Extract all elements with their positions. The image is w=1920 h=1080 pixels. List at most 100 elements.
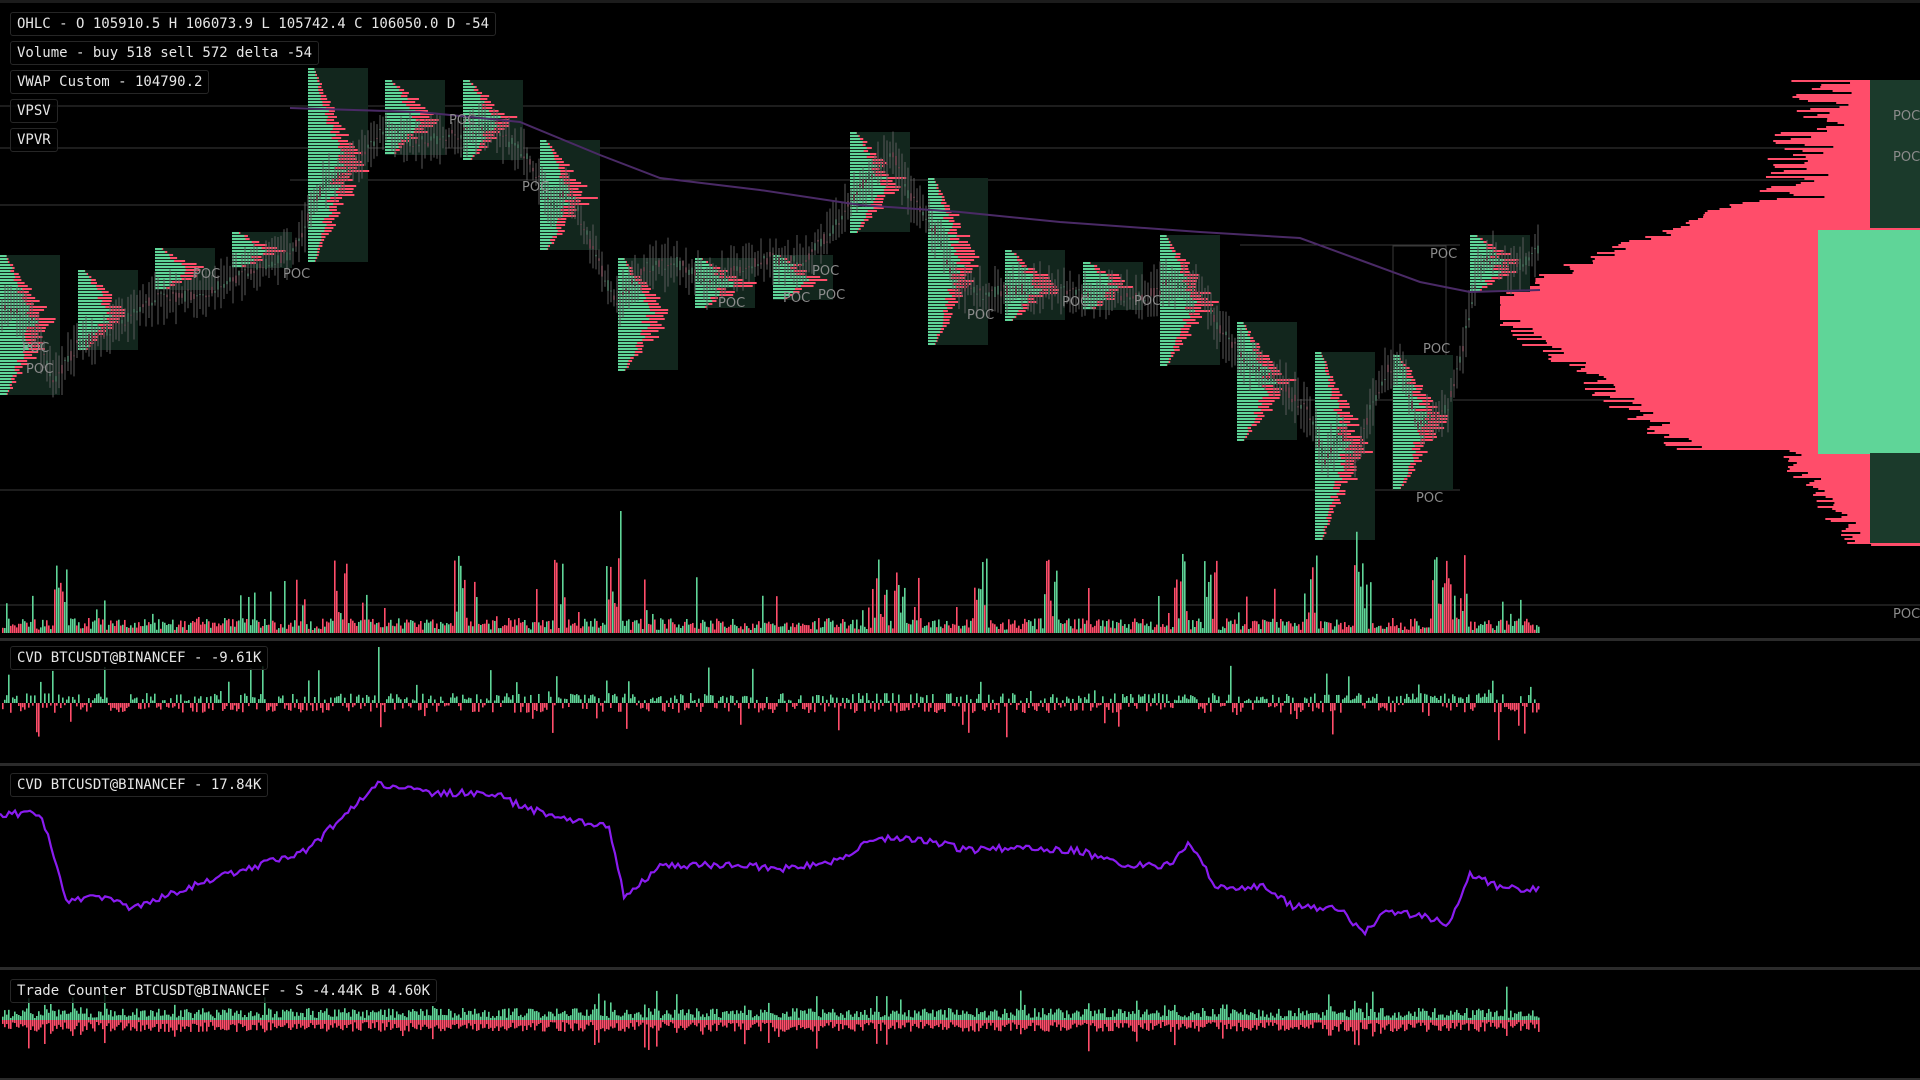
trade-sell-bar [132,1020,134,1028]
price-candle [1246,363,1248,367]
price-candle [274,263,276,265]
delta-bar [772,703,774,713]
volume-bar [1024,618,1026,633]
delta-bar [1332,703,1334,735]
trade-buy-bar [108,1014,110,1020]
profile-buy-bar [928,202,942,204]
price-candle [1180,286,1182,288]
price-candle [451,129,453,134]
volume-bar [184,621,186,633]
delta-bar [402,703,404,709]
volume-bar [1178,618,1180,633]
delta-bar [768,703,770,710]
profile-buy-bar [1315,538,1323,540]
delta-bar [1336,695,1338,703]
volume-bar [1194,627,1196,633]
volume-bar [82,628,84,633]
trade-buy-bar [260,1017,262,1020]
delta-bar [380,703,382,728]
volume-bar [1124,624,1126,633]
volume-bar [1350,627,1352,633]
profile-buy-bar [78,300,103,302]
trade-buy-bar [130,1015,132,1020]
delta-bar [1434,695,1436,703]
trade-buy-bar [348,1012,350,1020]
price-candle [319,186,321,197]
delta-bar [520,703,522,713]
vpvr-buy-bar [1818,358,1920,360]
price-candle [508,141,510,148]
delta-bar [48,693,50,703]
profile-buy-bar [1315,400,1338,402]
trade-sell-bar [62,1020,64,1030]
trade-buy-bar [132,1012,134,1020]
volume-bar [1222,626,1224,633]
delta-bar [1154,693,1156,703]
volume-bar [852,619,854,633]
price-candle [106,325,108,336]
volume-bar [812,622,814,633]
vpvr-buy-bar [1818,308,1920,310]
volume-bar [1076,629,1078,633]
price-candle [1438,418,1440,420]
trade-sell-bar [154,1020,156,1027]
profile-buy-bar [540,236,553,238]
trade-sell-bar [644,1020,646,1048]
delta-bar [286,703,288,706]
volume-bar [1288,621,1290,633]
delta-bar [444,703,446,707]
volume-bar [1020,629,1022,633]
profile-buy-bar [1237,394,1269,396]
trade-sell-bar [670,1020,672,1023]
trade-sell-bar [158,1020,160,1032]
price-candle [1231,341,1233,348]
chart-canvas[interactable]: POCPOCPOC POCPOCPOCPOC POCPOCPOCPOCPOC POCP… [0,0,1920,1080]
volume-bar [828,618,830,633]
volume-bar [442,623,444,633]
profile-buy-bar [850,207,874,209]
price-candle [22,314,24,316]
volume-bar [778,626,780,633]
profile-buy-bar [1315,484,1335,486]
volume-bar [1136,622,1138,633]
trade-buy-bar [496,1015,498,1020]
volume-bar [210,627,212,633]
profile-buy-bar [385,113,421,115]
trade-sell-bar [104,1020,106,1044]
profile-buy-bar [78,348,87,350]
volume-bar [1200,621,1202,633]
delta-bar [658,696,660,703]
trade-buy-bar [270,1009,272,1020]
vpvr-buy-bar [1818,380,1920,382]
profile-buy-bar [0,264,11,266]
price-candle [745,267,747,269]
price-candle [88,333,90,345]
delta-bar [40,681,42,703]
trade-sell-bar [170,1020,172,1028]
delta-bar [570,693,572,703]
price-candle [67,355,69,362]
profile-buy-bar [928,277,952,279]
trade-sell-bar [298,1020,300,1024]
trade-buy-bar [298,1015,300,1020]
trade-sell-bar [292,1020,294,1028]
profile-buy-bar [1470,274,1499,276]
vpvr-buy-bar [1818,276,1920,278]
profile-buy-bar [308,140,338,142]
delta-bar [294,703,296,708]
profile-buy-bar [1237,382,1277,384]
delta-bar [1126,696,1128,703]
trade-buy-bar [706,1013,708,1020]
volume-bar [832,620,834,633]
delta-bar [620,703,622,712]
volume-bar [996,626,998,633]
trade-sell-bar [390,1020,392,1030]
price-candle [1177,283,1179,289]
volume-bar [466,617,468,633]
profile-buy-bar [1160,331,1181,333]
volume-bar [134,622,136,633]
delta-bar [846,697,848,703]
delta-bar [1122,694,1124,703]
price-candle [160,292,162,294]
vpvr-buy-bar [1818,254,1920,256]
